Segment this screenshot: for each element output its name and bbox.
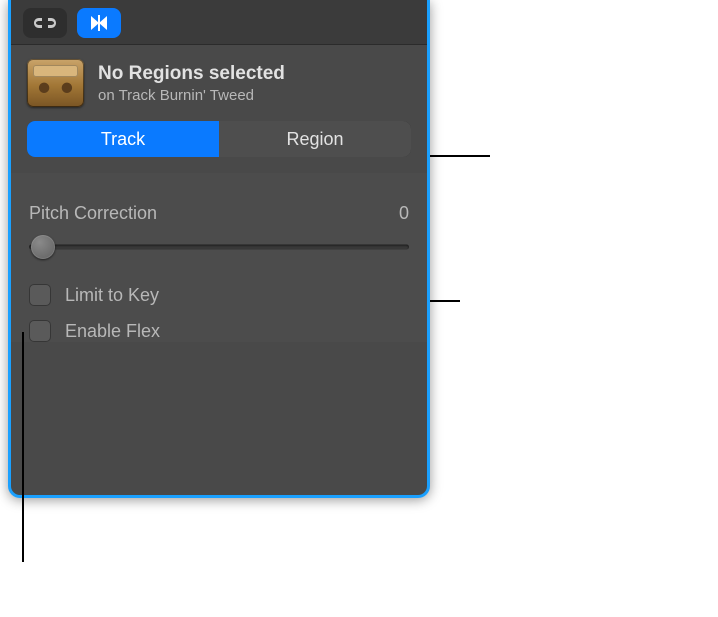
pitch-correction-value: 0: [399, 203, 409, 224]
enable-flex-label: Enable Flex: [65, 321, 160, 342]
slider-thumb[interactable]: [31, 235, 55, 259]
segment-track[interactable]: Track: [27, 121, 219, 157]
limit-to-key-checkbox[interactable]: [29, 284, 51, 306]
pitch-correction-label: Pitch Correction: [29, 203, 157, 224]
pitch-correction-row: Pitch Correction 0: [29, 203, 409, 224]
limit-to-key-row: Limit to Key: [29, 284, 409, 306]
panel-toolbar: [11, 0, 427, 45]
callout-line-slider: [430, 300, 460, 302]
track-thumbnail: [27, 59, 84, 107]
catch-icon: [85, 14, 113, 32]
region-header: No Regions selected on Track Burnin' Twe…: [11, 45, 427, 117]
link-button[interactable]: [23, 8, 67, 38]
segment-region[interactable]: Region: [219, 121, 411, 157]
slider-track: [29, 245, 409, 250]
link-icon: [31, 15, 59, 31]
editor-inspector-panel: No Regions selected on Track Burnin' Twe…: [8, 0, 430, 498]
header-subtitle: on Track Burnin' Tweed: [98, 87, 285, 104]
limit-to-key-label: Limit to Key: [65, 285, 159, 306]
header-title: No Regions selected: [98, 63, 285, 85]
callout-line-checkbox: [22, 332, 24, 562]
catch-playhead-button[interactable]: [77, 8, 121, 38]
pitch-correction-slider[interactable]: [29, 234, 409, 260]
enable-flex-row: Enable Flex: [29, 320, 409, 342]
track-region-segmented: Track Region: [27, 121, 411, 157]
callout-line-segmented: [430, 155, 490, 157]
enable-flex-checkbox[interactable]: [29, 320, 51, 342]
inspector-content: Pitch Correction 0 Limit to Key Enable F…: [11, 173, 427, 342]
